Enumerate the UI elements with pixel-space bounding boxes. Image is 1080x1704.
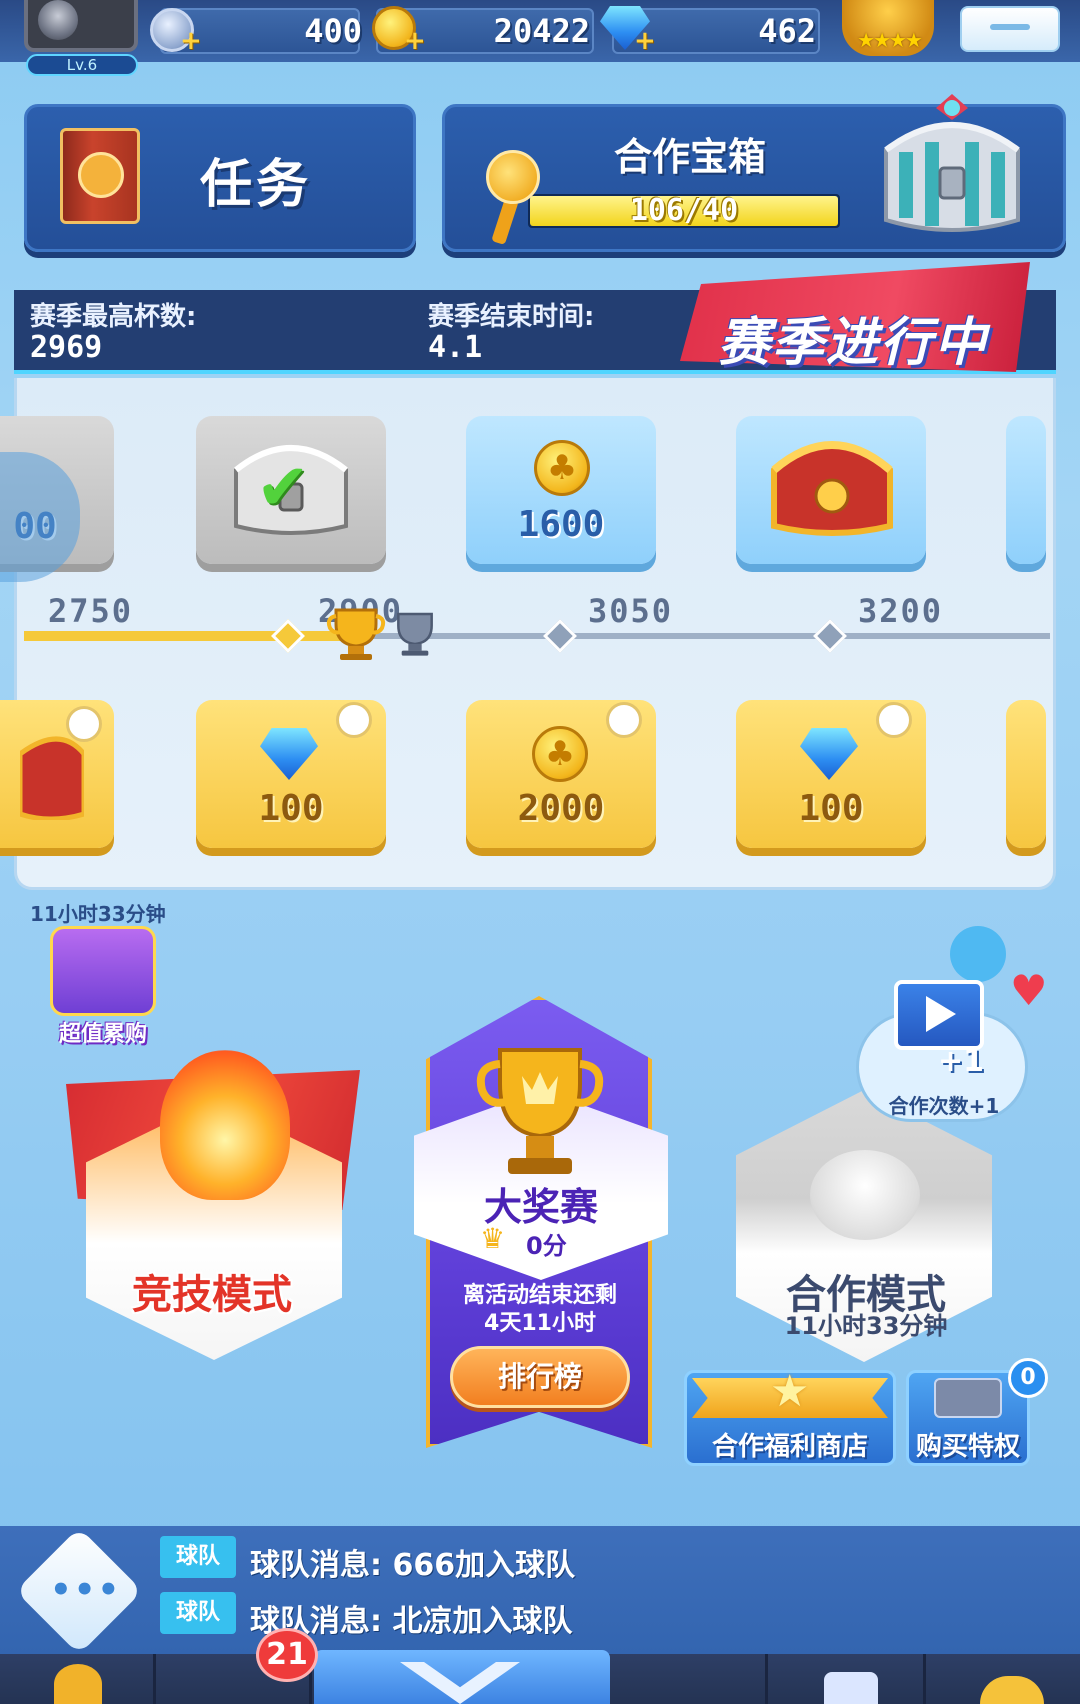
plus-one-label: +1 [938, 1044, 985, 1079]
coop-chest-progress-text: 106/40 [629, 193, 739, 228]
lock-icon [336, 702, 372, 738]
offer-timer: 11小时33分钟 [30, 902, 166, 926]
milestone-label: 3200 [858, 592, 944, 630]
treasure-chest-icon[interactable] [866, 90, 1038, 240]
coop-mode-timer: 11小时33分钟 [784, 1312, 948, 1340]
lock-icon [66, 706, 102, 742]
reward-card-bottom-2-value: 2000 [517, 788, 605, 829]
team-tag: 球队 [160, 1592, 236, 1634]
medal-icon [54, 1664, 102, 1704]
privilege-card-icon [934, 1378, 1002, 1418]
current-trophy-icon [326, 608, 386, 660]
max-cups-label: 赛季最高杯数: [30, 302, 197, 332]
season-end-value: 4.1 [428, 330, 483, 365]
target-trophy-icon [397, 612, 433, 656]
grand-prix-score: 0分 [526, 1232, 567, 1260]
task-label: 任务 [200, 155, 313, 215]
heart-icon: ♥ [1010, 966, 1048, 1015]
grand-prix-title: 大奖赛 [483, 1185, 598, 1229]
avatar-portrait-icon [38, 0, 78, 40]
clover-coin-icon: ♣ [534, 440, 590, 496]
star-icon: ★ [770, 1366, 810, 1417]
lock-icon [876, 702, 912, 738]
coop-shop-label: 合作福利商店 [711, 1432, 868, 1462]
gold-chest-icon [771, 441, 893, 536]
gold-value: 20422 [493, 12, 590, 50]
gold-trophy-icon [476, 1048, 604, 1174]
track-progress-remaining [356, 633, 1050, 639]
handshake-icon [810, 1150, 920, 1240]
fire-swords-icon [160, 1050, 290, 1200]
mascot-icon [950, 926, 1006, 982]
reward-card-bottom-1-value: 100 [258, 788, 324, 829]
coop-bonus-text: 合作次数+1 [888, 1094, 1000, 1118]
privilege-count-badge: 0 [1008, 1358, 1048, 1398]
team-tag: 球队 [160, 1536, 236, 1578]
grand-prix-remaining-line1: 离活动结束还剩 [462, 1283, 617, 1308]
clover-coin-icon: ♣ [532, 726, 588, 782]
clover-icon: ♣ [546, 448, 578, 488]
clover-icon: ♣ [544, 734, 576, 774]
season-end-label: 赛季结束时间: [428, 302, 595, 332]
nav-tab-events[interactable] [612, 1654, 768, 1704]
ellipsis-icon: ••• [50, 1570, 122, 1610]
grand-prix-remaining-line2: 4天11小时 [484, 1311, 596, 1336]
reward-card-bottom-4[interactable] [1006, 700, 1046, 848]
plus-icon[interactable]: + [634, 28, 656, 54]
leaderboard-button[interactable]: 排行榜 [450, 1346, 630, 1408]
reward-card-bottom-3-value: 100 [798, 788, 864, 829]
arena-mode-label: 竞技模式 [132, 1272, 292, 1318]
crown-icon: ♛ [480, 1222, 506, 1255]
key-icon [486, 150, 540, 204]
play-icon [926, 996, 956, 1032]
claimed-check-icon: ✔ [256, 451, 310, 525]
chat-message: 球队消息: 666加入球队 [250, 1548, 576, 1583]
notification-badge: 21 [256, 1628, 318, 1682]
plus-icon[interactable]: + [180, 28, 202, 54]
max-cups-value: 2969 [30, 330, 103, 365]
coop-chest-title: 合作宝箱 [613, 135, 766, 179]
grand-prix-remaining: 离活动结束还剩 4天11小时 [430, 1282, 650, 1338]
plus-icon[interactable]: + [404, 28, 426, 54]
stars-value: 400 [304, 12, 362, 50]
reward-card-top-2-value: 1600 [517, 504, 605, 545]
rank-stars-icon: ★★★★ [857, 28, 923, 52]
offer-label[interactable]: 超值累购 [44, 1016, 162, 1048]
season-status-text: 赛季进行中 [718, 313, 989, 373]
lock-icon [606, 702, 642, 738]
milestone-label: 2750 [48, 592, 134, 630]
gems-value: 462 [758, 12, 816, 50]
friends-icon [824, 1672, 878, 1704]
track-progress-done [24, 631, 356, 641]
level-badge: Lv.6 [26, 54, 138, 76]
offer-gift-icon[interactable] [50, 926, 156, 1016]
check-icon [78, 152, 124, 198]
reward-card-top-4[interactable] [1006, 416, 1046, 564]
buy-privilege-label: 购买特权 [915, 1432, 1020, 1462]
milestone-label: 3050 [588, 592, 674, 630]
menu-icon [990, 24, 1030, 30]
